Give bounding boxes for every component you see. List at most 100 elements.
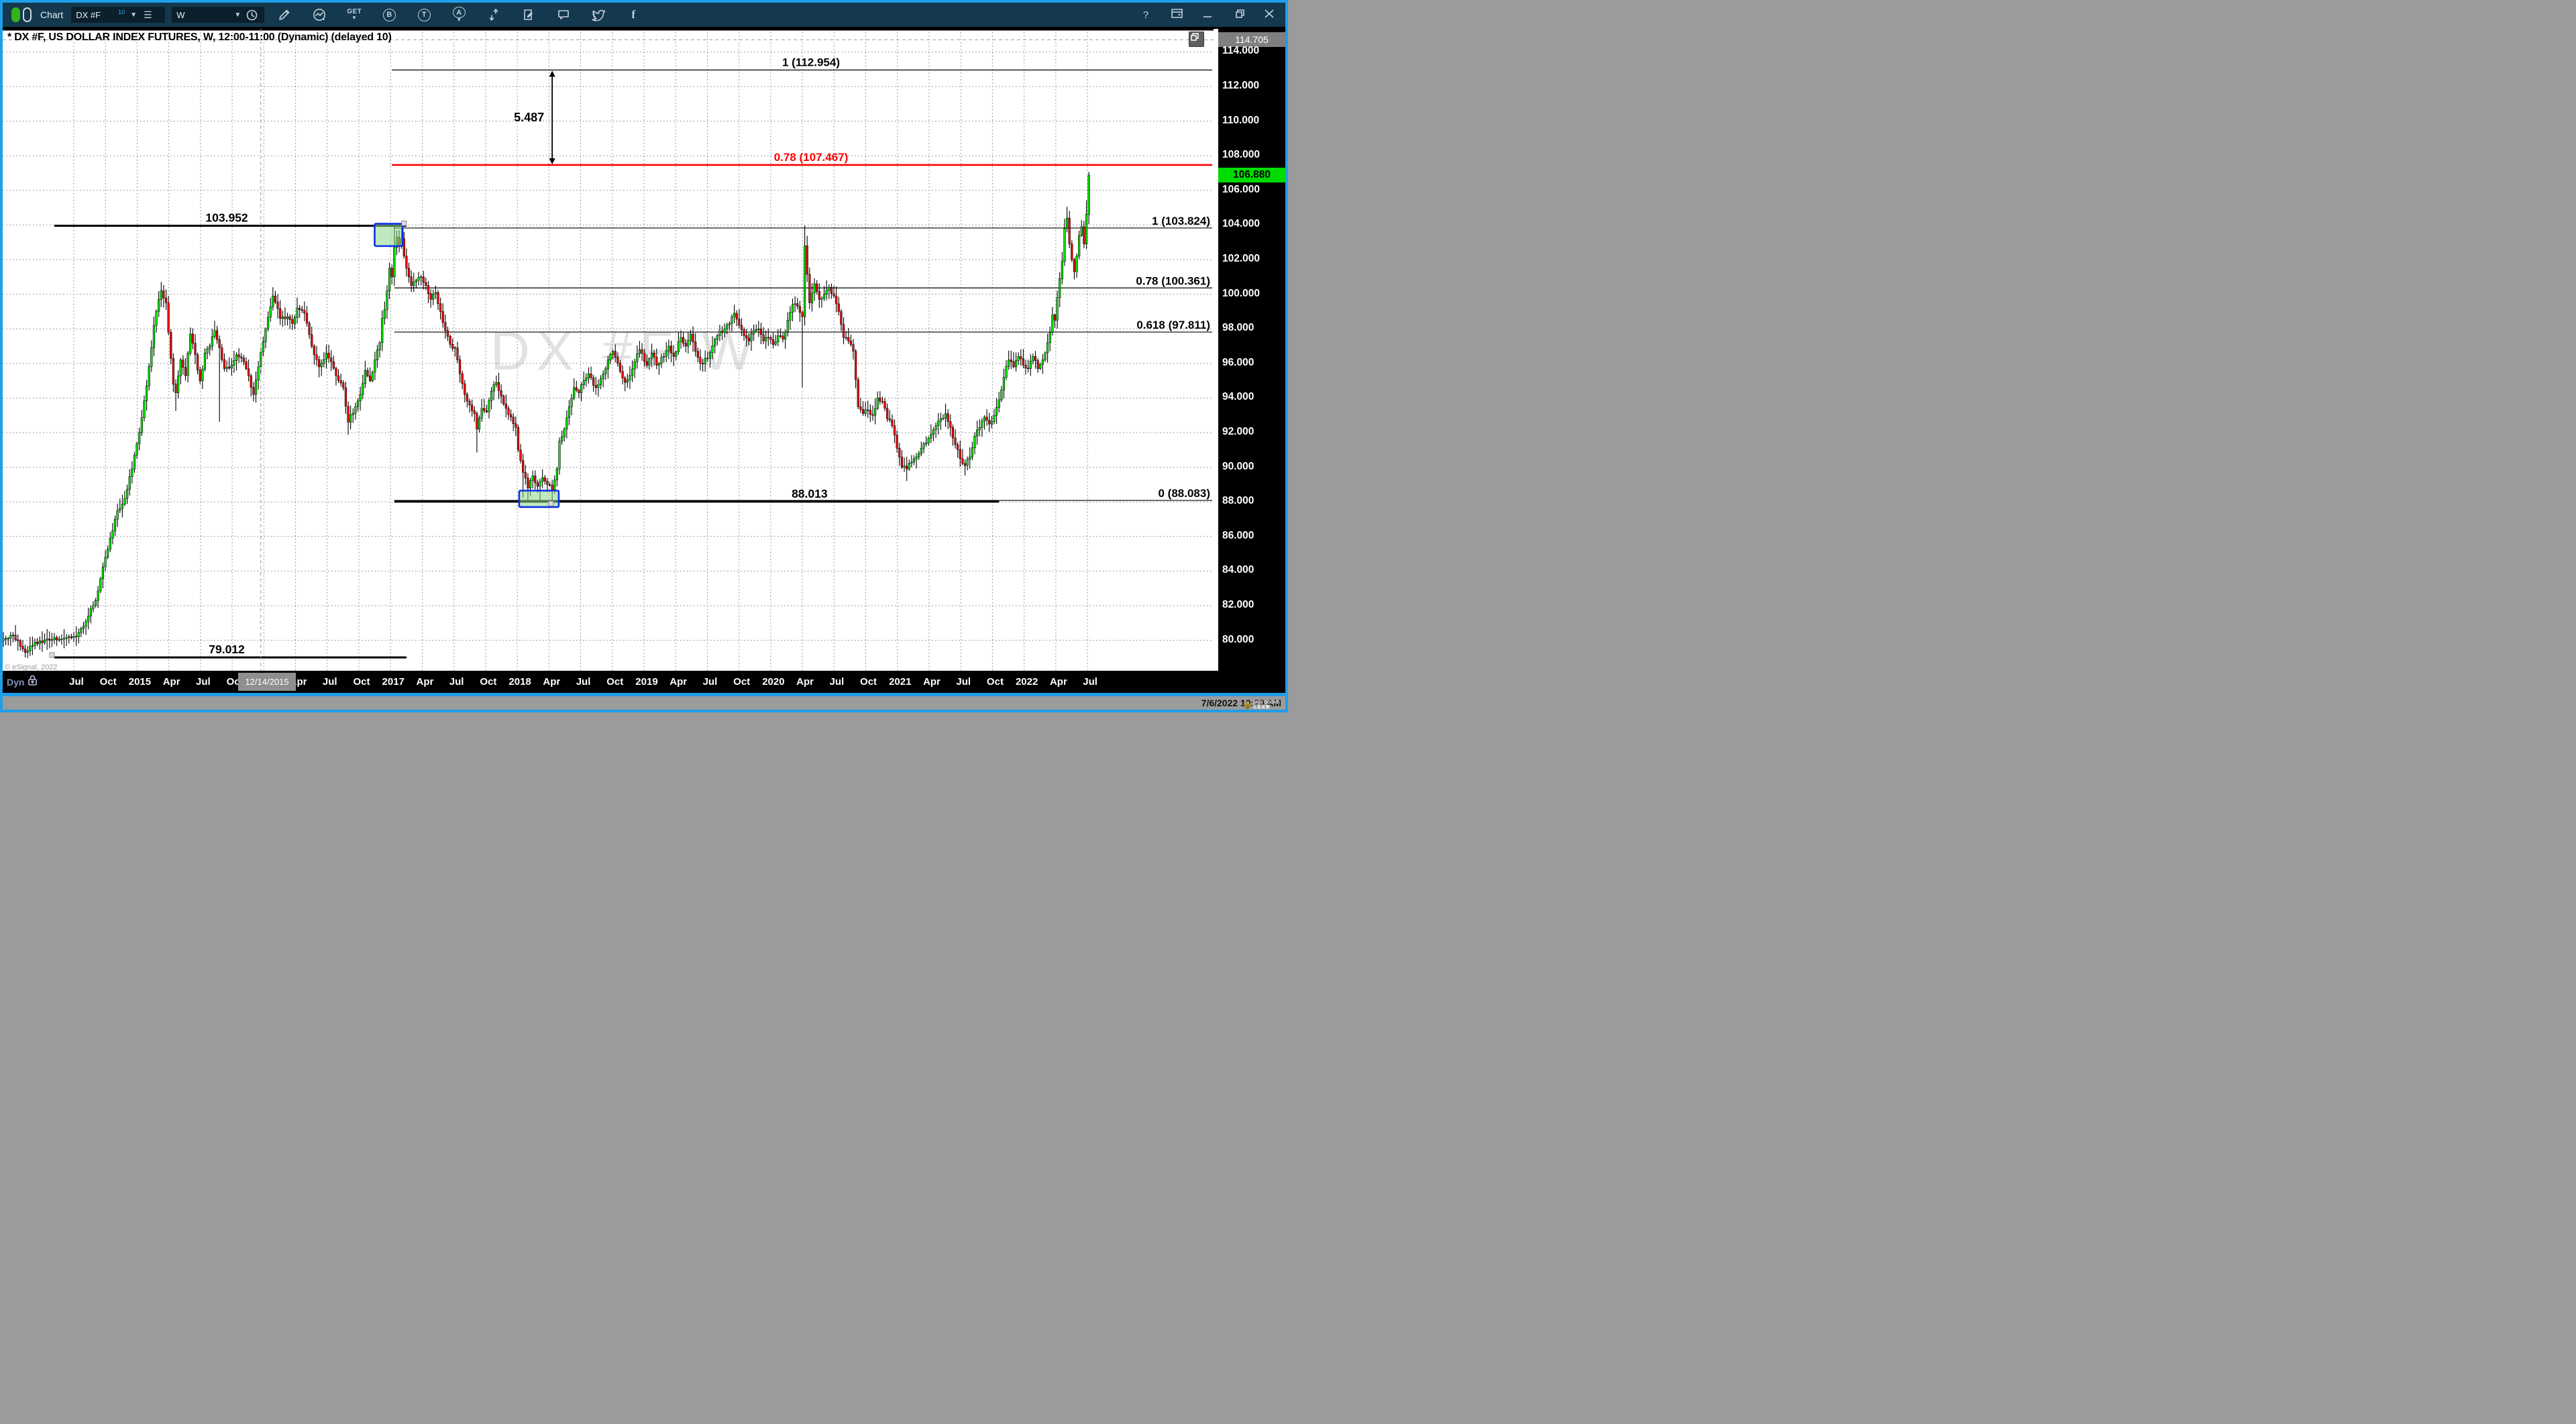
interval-select[interactable]: W ▼	[172, 7, 264, 23]
analytics-icon[interactable]: A▼	[451, 7, 467, 23]
get-label: GET	[347, 9, 362, 15]
time-tick: 2019	[635, 671, 657, 693]
price-tick: 84.000	[1222, 564, 1254, 576]
time-tick: Apr	[163, 671, 180, 693]
logo-oval-green	[11, 7, 20, 22]
toolbar-icons: GET ▼ B T A▼ f	[276, 7, 641, 23]
chat-bubble-icon[interactable]	[555, 7, 572, 23]
time-tick: Jul	[449, 671, 464, 693]
interval-value: W	[176, 10, 184, 20]
time-tick: Oct	[987, 671, 1004, 693]
time-tick: Oct	[733, 671, 750, 693]
logo-oval-outline	[23, 7, 32, 22]
window-controls: ?	[1139, 3, 1276, 27]
time-tick: Apr	[417, 671, 434, 693]
chevron-down-icon[interactable]: ▼	[130, 11, 137, 19]
price-tick: 108.000	[1222, 149, 1260, 161]
time-tick: 2020	[762, 671, 784, 693]
time-tick: Apr	[1050, 671, 1067, 693]
restore-button[interactable]	[1232, 8, 1245, 22]
chevron-down-icon: ▼	[352, 15, 357, 21]
time-tick: 2017	[382, 671, 405, 693]
time-tick: 2015	[129, 671, 151, 693]
esignal-logo-icon	[11, 7, 32, 22]
pencil-icon[interactable]	[276, 7, 292, 23]
time-tick: Oct	[100, 671, 117, 693]
twitter-icon[interactable]	[590, 7, 606, 23]
svg-text:1 (112.954): 1 (112.954)	[782, 56, 840, 68]
help-button[interactable]: ?	[1139, 9, 1152, 21]
time-tick: Apr	[796, 671, 814, 693]
lock-icon[interactable]	[28, 674, 38, 690]
price-tick: 92.000	[1222, 426, 1254, 438]
crosshair-date-badge: 12/14/2015	[238, 673, 296, 691]
time-tick: Jul	[576, 671, 591, 693]
svg-text:1 (103.824): 1 (103.824)	[1152, 215, 1210, 227]
time-tick: Oct	[860, 671, 877, 693]
price-tick: 106.000	[1222, 184, 1260, 196]
price-axis[interactable]: 114.705 106.880 114.000112.000110.000108…	[1214, 29, 1285, 671]
svg-text:0.78 (100.361): 0.78 (100.361)	[1136, 274, 1210, 287]
last-price-badge: 106.880	[1218, 168, 1285, 182]
price-tick: 86.000	[1222, 530, 1254, 542]
time-tick: Jul	[196, 671, 211, 693]
time-tick: Jul	[69, 671, 84, 693]
get-button[interactable]: GET ▼	[346, 7, 362, 23]
time-tick: Jul	[956, 671, 971, 693]
time-tick: Apr	[543, 671, 560, 693]
close-button[interactable]	[1263, 8, 1276, 22]
chart-restore-icon[interactable]	[1189, 32, 1204, 47]
time-tick: 2021	[889, 671, 911, 693]
menu-icon[interactable]: ☰	[144, 11, 152, 18]
chart-title: * DX #F, US DOLLAR INDEX FUTURES, W, 12:…	[7, 32, 392, 44]
chart-plot-area[interactable]: DX #F W1 (112.954)0.78 (107.467)5.4871 (…	[3, 29, 1214, 671]
time-tick: Jul	[1083, 671, 1097, 693]
price-tick: 114.000	[1222, 45, 1259, 57]
time-axis[interactable]: Dyn JulOct2015AprJulOct2016AprJulOct2017…	[3, 671, 1285, 693]
indicator-icon[interactable]	[311, 7, 327, 23]
symbol-input[interactable]: DX #F 10 ▼ ☰	[71, 7, 165, 23]
facebook-icon[interactable]: f	[625, 7, 641, 23]
bar-type-icon[interactable]: B	[381, 7, 397, 23]
chart-window: Chart DX #F 10 ▼ ☰ W ▼ GET ▼	[0, 0, 1288, 712]
time-tick: Jul	[703, 671, 718, 693]
svg-text:103.952: 103.952	[205, 211, 248, 225]
chart-content: DX #F W1 (112.954)0.78 (107.467)5.4871 (…	[3, 27, 1285, 671]
price-tick: 98.000	[1222, 322, 1254, 334]
price-tick: 100.000	[1222, 288, 1260, 300]
time-tick: Oct	[353, 671, 370, 693]
price-tick: 88.000	[1222, 495, 1254, 507]
price-tick: 90.000	[1222, 461, 1254, 473]
news-note-icon[interactable]	[521, 7, 537, 23]
sort-arrows-icon[interactable]	[486, 7, 502, 23]
svg-text:88.013: 88.013	[792, 487, 828, 500]
symbol-badge: 10	[118, 9, 125, 15]
time-tick: Jul	[829, 671, 844, 693]
candlestick-chart[interactable]: DX #F W1 (112.954)0.78 (107.467)5.4871 (…	[3, 29, 1214, 673]
time-tick: Oct	[606, 671, 623, 693]
price-tick: 102.000	[1222, 253, 1260, 265]
time-template-icon[interactable]: T	[416, 7, 432, 23]
svg-text:5.487: 5.487	[514, 111, 544, 124]
toolbar: Chart DX #F 10 ▼ ☰ W ▼ GET ▼	[3, 3, 1285, 27]
status-bar: 7/6/2022 10:29 AM SiNO SOUND 環聲集團	[3, 696, 1285, 710]
dyn-mode[interactable]: Dyn	[7, 671, 38, 693]
watermark-diamond-icon	[1243, 701, 1252, 710]
watermark: SiNO SOUND 環聲集團	[1244, 700, 1280, 710]
app-title: Chart	[40, 9, 63, 20]
svg-text:79.012: 79.012	[209, 643, 245, 656]
time-tick: Oct	[480, 671, 496, 693]
svg-text:0 (88.083): 0 (88.083)	[1159, 487, 1211, 500]
minimize-button[interactable]	[1201, 8, 1214, 22]
price-tick: 82.000	[1222, 599, 1254, 611]
chevron-down-icon[interactable]: ▼	[234, 11, 241, 19]
price-tick: 112.000	[1222, 80, 1259, 92]
price-tick: 94.000	[1222, 391, 1254, 403]
price-tick: 80.000	[1222, 634, 1254, 646]
time-tick: Apr	[669, 671, 687, 693]
time-tick: 2022	[1016, 671, 1038, 693]
window-menu-icon[interactable]	[1170, 8, 1183, 22]
svg-text:0.618 (97.811): 0.618 (97.811)	[1136, 319, 1210, 331]
clock-icon[interactable]	[244, 7, 260, 23]
dyn-label: Dyn	[7, 677, 24, 688]
